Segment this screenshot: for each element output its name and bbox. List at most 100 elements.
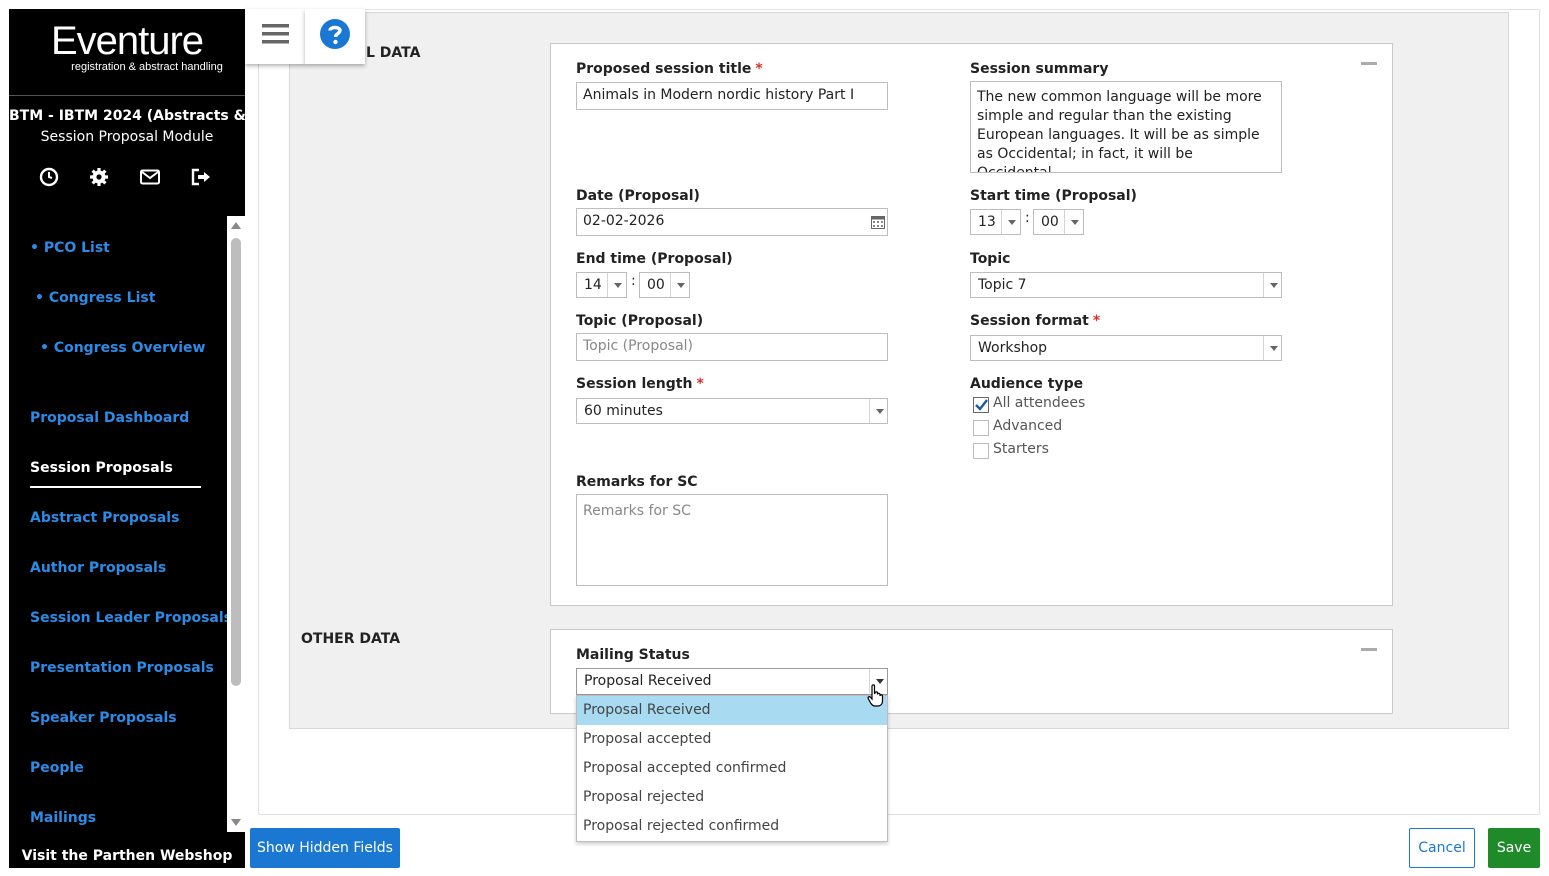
nav-item-session-proposals[interactable]: Session Proposals (30, 460, 173, 476)
scroll-thumb[interactable] (231, 238, 241, 686)
topic-proposal-input[interactable]: Topic (Proposal) (576, 333, 888, 361)
dropdown-option[interactable]: Proposal accepted (577, 725, 887, 754)
dropdown-option[interactable]: Proposal rejected confirmed (577, 812, 887, 841)
format-select[interactable]: Workshop (970, 335, 1282, 361)
date-input[interactable]: 02-02-2026 (576, 208, 888, 236)
general-section-title: L DATA (366, 45, 421, 61)
topic-value: Topic 7 (978, 277, 1027, 293)
collapse-other-icon[interactable] (1361, 648, 1377, 651)
help-button[interactable] (305, 9, 365, 64)
start-hour-value: 13 (978, 214, 996, 230)
audience-option-label: Advanced (993, 418, 1063, 434)
topic-label: Topic (970, 251, 1011, 267)
scroll-up-arrow-icon[interactable] (231, 222, 241, 229)
cancel-button[interactable]: Cancel (1409, 828, 1475, 868)
length-label: Session length * (576, 376, 704, 392)
audience-option-label: Starters (993, 441, 1049, 457)
start-time-label: Start time (Proposal) (970, 188, 1137, 204)
date-label: Date (Proposal) (576, 188, 700, 204)
gear-icon[interactable] (88, 166, 110, 188)
checkbox-all-attendees[interactable] (973, 397, 989, 413)
active-nav-underline (30, 486, 201, 488)
topic-arrow[interactable] (1263, 273, 1281, 297)
end-hour-select[interactable]: 14 (576, 272, 627, 298)
sidebar-scrollbar[interactable] (227, 216, 245, 832)
start-minute-select[interactable]: 00 (1033, 209, 1084, 235)
chevron-down-icon (677, 283, 685, 288)
nav-item-session-leader-proposals[interactable]: Session Leader Proposals (30, 610, 232, 626)
session-title-input[interactable]: Animals in Modern nordic history Part I (576, 82, 888, 110)
nav-item-pco-list[interactable]: • PCO List (30, 240, 110, 256)
nav-item-mailings[interactable]: Mailings (30, 810, 96, 826)
save-button[interactable]: Save (1488, 828, 1540, 868)
sidebar: Eventure registration & abstract handlin… (9, 9, 245, 868)
nav-item-congress-list[interactable]: • Congress List (35, 290, 155, 306)
chevron-down-icon (1071, 220, 1079, 225)
audience-option-label: All attendees (993, 395, 1086, 411)
mailing-status-dropdown: Proposal Received Proposal accepted Prop… (576, 695, 888, 842)
chevron-down-icon (876, 409, 884, 414)
nav-item-author-proposals[interactable]: Author Proposals (30, 560, 166, 576)
collapse-general-icon[interactable] (1361, 62, 1377, 65)
topic-select[interactable]: Topic 7 (970, 272, 1282, 298)
format-value: Workshop (978, 340, 1048, 356)
logo: Eventure registration & abstract handlin… (9, 21, 245, 73)
mail-icon[interactable] (139, 166, 161, 188)
mailing-status-value: Proposal Received (584, 673, 712, 689)
hamburger-icon (262, 24, 289, 44)
start-hour-arrow[interactable] (1001, 210, 1020, 234)
topic-proposal-label: Topic (Proposal) (576, 313, 704, 329)
start-time-separator: : (1025, 210, 1030, 226)
title-label: Proposed session title * (576, 61, 763, 77)
start-hour-select[interactable]: 13 (970, 209, 1021, 235)
dropdown-option[interactable]: Proposal accepted confirmed (577, 754, 887, 783)
calendar-icon[interactable] (871, 215, 885, 229)
summary-label: Session summary (970, 61, 1109, 77)
end-time-separator: : (631, 273, 636, 289)
scroll-down-arrow-icon[interactable] (231, 819, 241, 826)
end-minute-select[interactable]: 00 (639, 272, 690, 298)
audience-label: Audience type (970, 376, 1084, 392)
end-time-label: End time (Proposal) (576, 251, 733, 267)
dropdown-option[interactable]: Proposal rejected (577, 783, 887, 812)
nav-item-congress-overview[interactable]: • Congress Overview (40, 340, 205, 356)
end-minute-arrow[interactable] (670, 273, 689, 297)
logo-main: Eventure (50, 19, 204, 63)
length-arrow[interactable] (869, 399, 887, 423)
nav-item-speaker-proposals[interactable]: Speaker Proposals (30, 710, 177, 726)
webshop-link[interactable]: Visit the Parthen Webshop (9, 844, 245, 868)
date-value: 02-02-2026 (583, 213, 665, 229)
start-minute-value: 00 (1041, 214, 1059, 230)
chevron-down-icon (1270, 346, 1278, 351)
length-value: 60 minutes (584, 403, 663, 419)
chevron-down-icon (1008, 220, 1016, 225)
session-summary-textarea[interactable]: The new common language will be more sim… (970, 81, 1282, 173)
chevron-down-icon (614, 283, 622, 288)
remarks-textarea[interactable]: Remarks for SC (576, 494, 888, 586)
sidebar-divider (9, 95, 245, 96)
nav-list: • PCO List • Congress List • Congress Ov… (9, 216, 232, 832)
logo-subtitle: registration & abstract handling (71, 61, 223, 73)
checkbox-advanced[interactable] (973, 420, 989, 436)
length-select[interactable]: 60 minutes (576, 398, 888, 424)
dropdown-option[interactable]: Proposal Received (577, 696, 887, 725)
logout-icon[interactable] (190, 166, 212, 188)
clock-icon[interactable] (38, 166, 60, 188)
format-label: Session format * (970, 313, 1101, 329)
show-hidden-fields-button[interactable]: Show Hidden Fields (250, 828, 400, 868)
nav-item-proposal-dashboard[interactable]: Proposal Dashboard (30, 410, 189, 426)
nav-item-presentation-proposals[interactable]: Presentation Proposals (30, 660, 214, 676)
mailing-status-select[interactable]: Proposal Received (576, 668, 888, 695)
nav-item-people[interactable]: People (30, 760, 84, 776)
checkbox-starters[interactable] (973, 443, 989, 459)
remarks-label: Remarks for SC (576, 474, 698, 490)
start-minute-arrow[interactable] (1064, 210, 1083, 234)
end-minute-value: 00 (647, 277, 665, 293)
end-hour-arrow[interactable] (607, 273, 626, 297)
hand-cursor-icon (867, 684, 884, 707)
end-hour-value: 14 (584, 277, 602, 293)
format-arrow[interactable] (1263, 336, 1281, 360)
nav-item-abstract-proposals[interactable]: Abstract Proposals (30, 510, 179, 526)
menu-button[interactable] (245, 9, 305, 64)
other-section-title: OTHER DATA (301, 631, 401, 647)
